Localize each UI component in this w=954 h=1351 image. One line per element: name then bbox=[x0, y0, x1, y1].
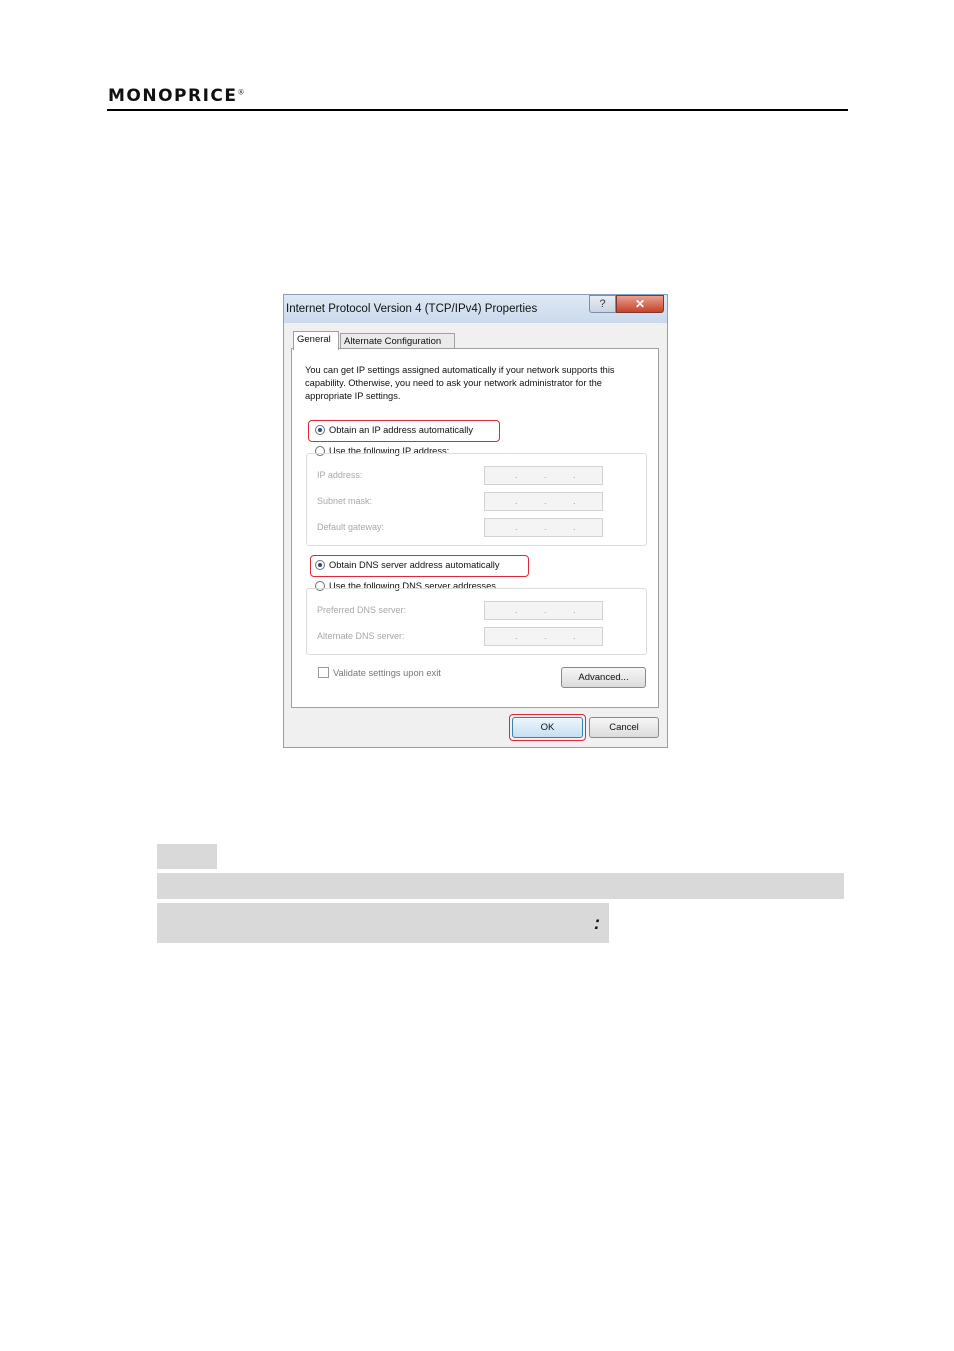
help-icon: ? bbox=[599, 298, 606, 310]
ip-address-input[interactable]: ... bbox=[484, 466, 603, 485]
ip-dot: . bbox=[544, 470, 547, 480]
obtain-dns-auto-radio[interactable]: Obtain DNS server address automatically bbox=[315, 560, 500, 570]
colon-mark: : bbox=[594, 913, 600, 933]
cancel-button[interactable]: Cancel bbox=[589, 717, 659, 738]
radio-selected-icon bbox=[315, 425, 325, 435]
obtain-ip-auto-radio[interactable]: Obtain an IP address automatically bbox=[315, 425, 473, 435]
ip-dot: . bbox=[573, 631, 576, 641]
ip-dot: . bbox=[544, 605, 547, 615]
alternate-dns-input[interactable]: ... bbox=[484, 627, 603, 646]
preferred-dns-input[interactable]: ... bbox=[484, 601, 603, 620]
ipv4-properties-dialog: Internet Protocol Version 4 (TCP/IPv4) P… bbox=[283, 294, 668, 748]
validate-settings-checkbox[interactable]: Validate settings upon exit bbox=[318, 667, 441, 678]
ip-dot: . bbox=[515, 522, 518, 532]
ip-dot: . bbox=[544, 631, 547, 641]
intro-text: You can get IP settings assigned automat… bbox=[305, 365, 615, 401]
default-gateway-label: Default gateway: bbox=[317, 522, 385, 532]
redacted-text-bar bbox=[157, 873, 844, 899]
close-icon: ✕ bbox=[634, 297, 646, 311]
ok-button[interactable]: OK bbox=[512, 717, 583, 738]
ip-dot: . bbox=[544, 522, 547, 532]
ip-dot: . bbox=[515, 496, 518, 506]
dialog-title: Internet Protocol Version 4 (TCP/IPv4) P… bbox=[286, 303, 538, 315]
ip-address-label: IP address: bbox=[317, 470, 363, 480]
logo-text: MONOPRICE bbox=[108, 86, 238, 106]
ip-fields-group: IP address: ... Subnet mask: ... Default… bbox=[306, 453, 647, 546]
ip-dot: . bbox=[515, 470, 518, 480]
ip-dot: . bbox=[573, 605, 576, 615]
registered-mark: ® bbox=[237, 88, 247, 97]
advanced-button[interactable]: Advanced... bbox=[561, 667, 646, 688]
tab-alternate-configuration[interactable]: Alternate Configuration bbox=[340, 333, 455, 349]
subnet-mask-label: Subnet mask: bbox=[317, 496, 373, 506]
tab-general[interactable]: General bbox=[293, 331, 339, 350]
radio-selected-icon bbox=[315, 560, 325, 570]
validate-settings-label: Validate settings upon exit bbox=[333, 667, 441, 678]
preferred-dns-label: Preferred DNS server: bbox=[317, 605, 407, 615]
title-bar[interactable]: Internet Protocol Version 4 (TCP/IPv4) P… bbox=[284, 295, 667, 323]
general-tab-panel: You can get IP settings assigned automat… bbox=[291, 348, 659, 708]
dns-fields-group: Preferred DNS server: ... Alternate DNS … bbox=[306, 588, 647, 655]
ip-dot: . bbox=[573, 496, 576, 506]
ip-dot: . bbox=[544, 496, 547, 506]
ip-dot: . bbox=[515, 631, 518, 641]
help-button[interactable]: ? bbox=[589, 295, 616, 313]
monoprice-logo: MONOPRICE® bbox=[108, 86, 246, 106]
ip-dot: . bbox=[573, 522, 576, 532]
close-button[interactable]: ✕ bbox=[616, 295, 664, 313]
obtain-ip-auto-label: Obtain an IP address automatically bbox=[329, 425, 474, 435]
subnet-mask-input[interactable]: ... bbox=[484, 492, 603, 511]
header-rule bbox=[107, 109, 848, 111]
ip-dot: . bbox=[573, 470, 576, 480]
redacted-label-bar bbox=[157, 844, 217, 869]
alternate-dns-label: Alternate DNS server: bbox=[317, 631, 405, 641]
checkbox-icon bbox=[318, 667, 329, 678]
obtain-dns-auto-label: Obtain DNS server address automatically bbox=[329, 560, 500, 570]
ip-dot: . bbox=[515, 605, 518, 615]
redacted-text-bar bbox=[157, 903, 609, 943]
default-gateway-input[interactable]: ... bbox=[484, 518, 603, 537]
